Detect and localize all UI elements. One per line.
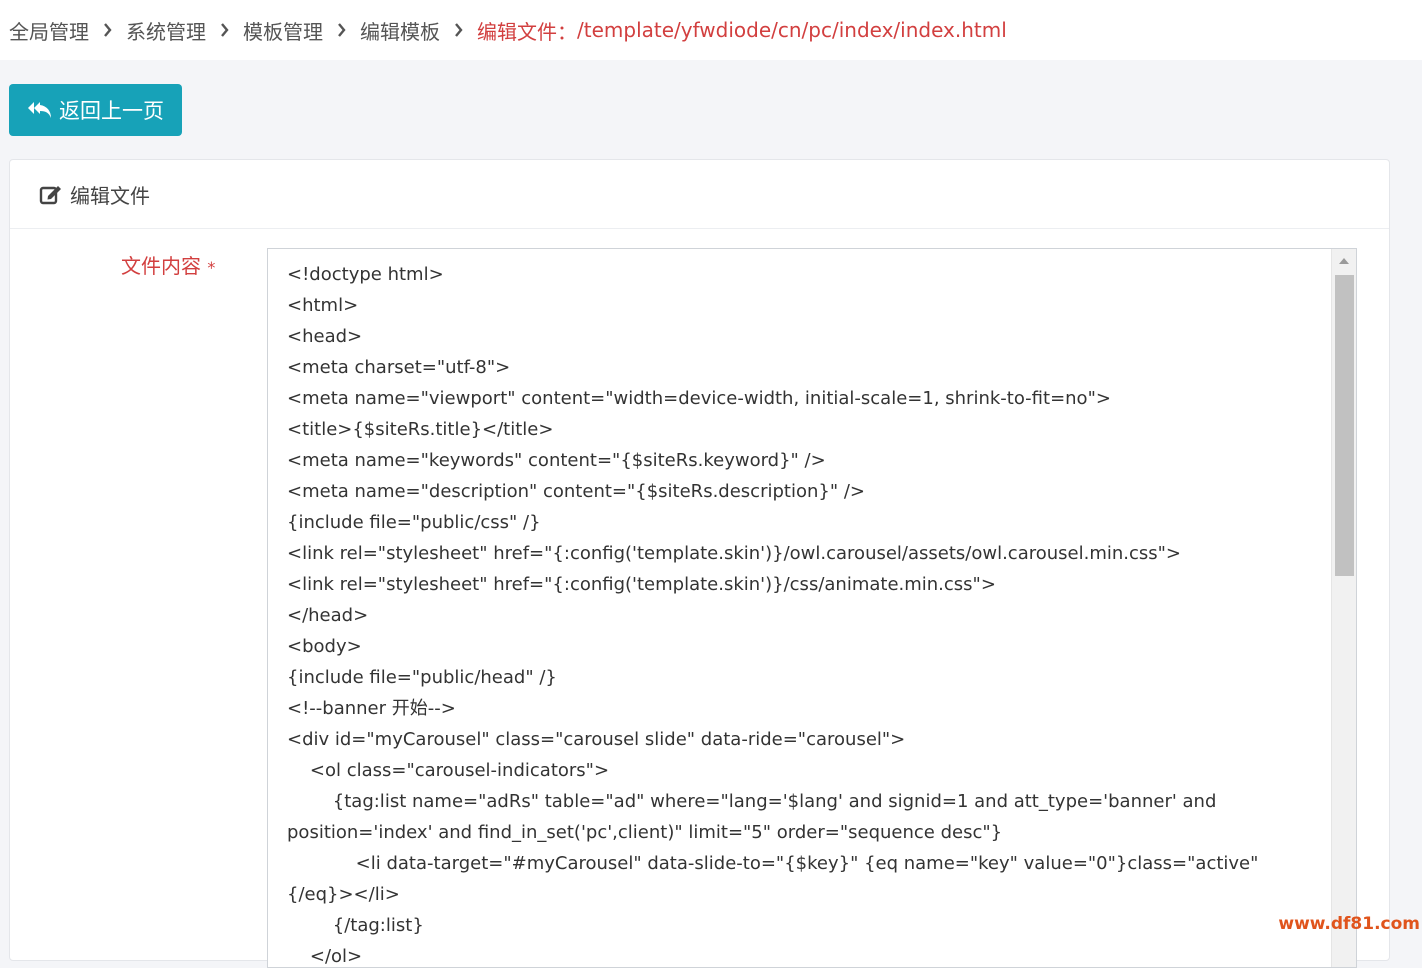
code-line: <html>: [287, 295, 359, 316]
code-line: <li data-target="#myCarousel" data-slide…: [287, 853, 1259, 905]
code-line: <link rel="stylesheet" href="{:config('t…: [287, 574, 996, 595]
code-line: <body>: [287, 636, 362, 657]
breadcrumb-current-path: /template/yfwdiode/cn/pc/index/index.htm…: [577, 18, 1007, 42]
watermark: www.df81.com: [1278, 914, 1420, 934]
file-content-textarea[interactable]: <!doctype html> <html> <head> <meta charset…: [267, 248, 1357, 968]
chevron-right-icon: [220, 23, 229, 37]
required-mark: *: [207, 258, 216, 277]
scroll-up-arrow-icon[interactable]: [1332, 249, 1356, 273]
code-line: <meta name="description" content="{$site…: [287, 481, 865, 502]
code-line: <meta name="keywords" content="{$siteRs.…: [287, 450, 826, 471]
breadcrumb-current-label: 编辑文件：: [477, 19, 577, 44]
scrollbar-thumb[interactable]: [1335, 275, 1354, 576]
code-line: <ol class="carousel-indicators">: [287, 760, 610, 781]
back-button[interactable]: 返回上一页: [9, 84, 182, 136]
code-line: <div id="myCarousel" class="carousel sli…: [287, 729, 906, 750]
file-content-label: 文件内容 *: [121, 250, 215, 279]
code-line: <link rel="stylesheet" href="{:config('t…: [287, 543, 1182, 564]
code-line: <title>{$siteRs.title}</title>: [287, 419, 554, 440]
code-line: <meta name="viewport" content="width=dev…: [287, 388, 1111, 409]
back-button-label: 返回上一页: [59, 99, 164, 123]
edit-file-card: 编辑文件 文件内容 * <!doctype html> <html> <head> <…: [9, 159, 1390, 968]
code-line: {/tag:list}: [287, 915, 424, 936]
chevron-right-icon: [103, 23, 112, 37]
breadcrumb: 全局管理 系统管理 模板管理 编辑模板 编辑文件： /template/yfwd…: [0, 16, 1007, 45]
code-line: {include file="public/css" /}: [287, 512, 541, 533]
vertical-scrollbar[interactable]: [1331, 249, 1356, 967]
chevron-right-icon: [337, 23, 346, 37]
breadcrumb-item-edit-template[interactable]: 编辑模板: [360, 16, 440, 45]
code-line: {tag:list name="adRs" table="ad" where="…: [287, 791, 1223, 843]
code-line: </head>: [287, 605, 369, 626]
code-line: <meta charset="utf-8">: [287, 357, 511, 378]
code-line: {include file="public/head" /}: [287, 667, 557, 688]
chevron-right-icon: [454, 23, 463, 37]
breadcrumb-item-system[interactable]: 系统管理: [126, 16, 206, 45]
field-label-text: 文件内容: [121, 254, 201, 278]
breadcrumb-item-global[interactable]: 全局管理: [9, 16, 89, 45]
breadcrumb-bar: 全局管理 系统管理 模板管理 编辑模板 编辑文件： /template/yfwd…: [0, 0, 1422, 60]
card-title: 编辑文件: [70, 183, 150, 208]
card-header: 编辑文件: [10, 160, 1389, 229]
code-line: <head>: [287, 326, 363, 347]
breadcrumb-item-template[interactable]: 模板管理: [243, 16, 323, 45]
edit-icon: [39, 183, 63, 205]
code-content[interactable]: <!doctype html> <html> <head> <meta charset…: [268, 249, 1331, 967]
code-line: <!--banner 开始-->: [287, 698, 456, 719]
code-line: </ol>: [287, 946, 363, 967]
code-line: <!doctype html>: [287, 264, 444, 285]
reply-all-icon: [27, 100, 53, 120]
